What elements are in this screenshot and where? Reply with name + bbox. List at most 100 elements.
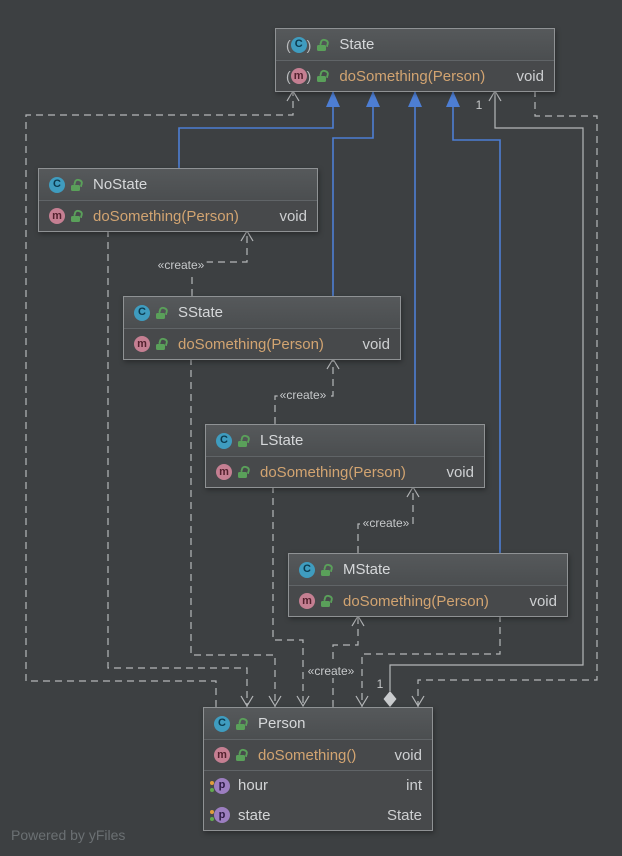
class-icon: C (214, 716, 230, 732)
class-header-mstate[interactable]: C MState (289, 554, 567, 585)
method-icon: m (291, 68, 307, 84)
field-modifier-dot-icon (210, 781, 214, 785)
class-name: LState (260, 432, 303, 449)
member-name: doSomething(Person) (93, 208, 239, 225)
edge-create-mstate-lstate[interactable] (358, 486, 419, 553)
class-node-lstate[interactable]: C LState m doSomething(Person) void (205, 424, 485, 488)
field-icon: p (214, 807, 230, 823)
abstract-paren-icon: ( (286, 68, 291, 84)
yfiles-watermark: Powered by yFiles (11, 827, 125, 843)
class-icon-wrap: C (214, 716, 230, 732)
method-icon: m (49, 208, 65, 224)
open-lock-icon (236, 752, 247, 761)
member-type: void (362, 336, 390, 353)
class-name: State (339, 36, 374, 53)
open-lock-icon (156, 341, 167, 350)
member-type: void (446, 464, 474, 481)
class-icon-wrap: C (49, 177, 65, 193)
class-node-state[interactable]: (C) State (m) doSomething(Person) void (275, 28, 555, 92)
open-lock-icon (321, 567, 332, 576)
edge-realization-lstate-state[interactable] (408, 90, 422, 424)
member-icon-wrap: p (214, 807, 230, 823)
class-header-state[interactable]: (C) State (276, 29, 554, 60)
class-node-nostate[interactable]: CNoState m doSomething(Person) void (38, 168, 318, 232)
uml-diagram-canvas: «create»«create»«create»«create»11 (C)St… (0, 0, 622, 856)
open-lock-icon (71, 182, 82, 191)
open-lock-icon (156, 310, 167, 319)
open-lock-icon (321, 598, 332, 607)
member-icon-wrap: m (299, 593, 315, 609)
member-type: void (516, 68, 544, 85)
open-lock-icon (236, 721, 247, 730)
triangle-arrowhead-icon (408, 91, 422, 107)
member-icon-wrap: m (216, 464, 232, 480)
triangle-arrowhead-icon (366, 91, 380, 107)
open-lock-icon (317, 42, 328, 51)
triangle-arrowhead-icon (326, 91, 340, 107)
edge-dependency-mstate-person[interactable] (356, 615, 500, 707)
edge-create-lstate-sstate[interactable] (275, 358, 339, 424)
member-row-nostate-dosomethingperson[interactable]: m doSomething(Person) void (39, 200, 317, 231)
method-icon: m (214, 747, 230, 763)
member-name: doSomething(Person) (178, 336, 324, 353)
class-name: Person (258, 715, 306, 732)
method-icon: m (134, 336, 150, 352)
member-type: State (387, 807, 422, 824)
method-icon: m (216, 464, 232, 480)
member-row-lstate-dosomethingperson[interactable]: m doSomething(Person) void (206, 456, 484, 487)
class-header-nostate[interactable]: CNoState (39, 169, 317, 200)
class-header-lstate[interactable]: C LState (206, 425, 484, 456)
member-row-person-hour[interactable]: phour int (204, 770, 432, 800)
open-lock-icon (71, 213, 82, 222)
class-node-person[interactable]: C Person m doSomething() void phour int pstate S… (203, 707, 433, 831)
member-icon-wrap: m (214, 747, 230, 763)
member-row-mstate-dosomethingperson[interactable]: m doSomething(Person) void (289, 585, 567, 616)
class-icon-wrap: C (134, 305, 150, 321)
member-name: doSomething(Person) (339, 68, 485, 85)
class-node-sstate[interactable]: C SState m doSomething(Person) void (123, 296, 401, 360)
class-icon-wrap: C (299, 562, 315, 578)
class-icon: C (291, 37, 307, 53)
edge-create-sstate-nostate[interactable] (192, 230, 253, 296)
edge-realization-sstate-state[interactable] (333, 90, 380, 296)
abstract-paren-icon: ) (307, 37, 312, 53)
member-icon-wrap: p (214, 778, 230, 794)
class-header-person[interactable]: C Person (204, 708, 432, 739)
aggregation-diamond-icon (384, 691, 397, 707)
class-name: MState (343, 561, 391, 578)
member-row-sstate-dosomethingperson[interactable]: m doSomething(Person) void (124, 328, 400, 359)
abstract-paren-icon: ) (307, 68, 312, 84)
member-name: doSomething() (258, 747, 356, 764)
triangle-arrowhead-icon (446, 91, 460, 107)
member-row-state-dosomethingperson[interactable]: (m) doSomething(Person) void (276, 60, 554, 91)
class-icon: C (49, 177, 65, 193)
member-type: int (406, 777, 422, 794)
open-lock-icon (317, 73, 328, 82)
class-icon: C (299, 562, 315, 578)
class-name: SState (178, 304, 223, 321)
field-icon: p (214, 778, 230, 794)
member-row-person-state[interactable]: pstate State (204, 800, 432, 830)
class-icon-wrap: C (216, 433, 232, 449)
edge-dependency-sstate-person[interactable] (191, 358, 281, 707)
edge-realization-nostate-state[interactable] (179, 90, 340, 168)
member-name: hour (238, 777, 268, 794)
class-icon-wrap: (C) (286, 37, 311, 53)
method-icon: m (299, 593, 315, 609)
member-name: doSomething(Person) (343, 593, 489, 610)
field-modifier-dot-icon (210, 817, 214, 821)
field-modifier-dot-icon (210, 788, 214, 792)
member-icon-wrap: m (134, 336, 150, 352)
class-icon: C (134, 305, 150, 321)
class-node-mstate[interactable]: C MState m doSomething(Person) void (288, 553, 568, 617)
class-icon: C (216, 433, 232, 449)
edge-create-person-mstate[interactable] (333, 615, 364, 707)
member-type: void (394, 747, 422, 764)
member-name: state (238, 807, 271, 824)
field-modifier-dot-icon (210, 810, 214, 814)
member-name: doSomething(Person) (260, 464, 406, 481)
member-type: void (529, 593, 557, 610)
member-type: void (279, 208, 307, 225)
class-header-sstate[interactable]: C SState (124, 297, 400, 328)
member-row-person-dosomething[interactable]: m doSomething() void (204, 739, 432, 770)
